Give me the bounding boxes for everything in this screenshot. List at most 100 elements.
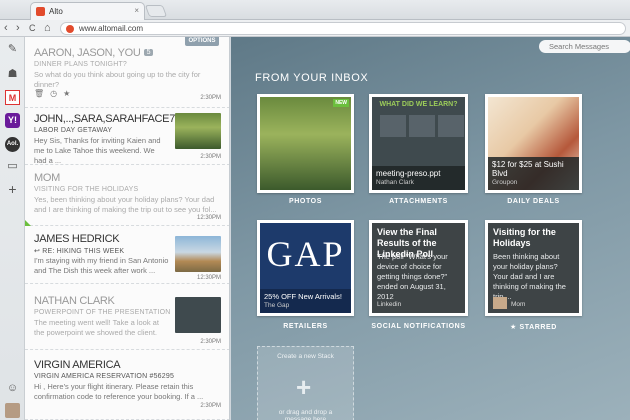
clock-icon[interactable]: ◷ <box>50 89 57 98</box>
message-time: 12:30PM <box>196 275 221 281</box>
list-item[interactable]: JAMES HEDRICK ↩ RE: HIKING THIS WEEK I'm… <box>25 226 229 284</box>
compose-icon[interactable]: ✎ <box>5 42 20 57</box>
starred-body: Been thinking about your holiday plans? … <box>493 252 566 301</box>
forward-icon[interactable]: › <box>16 21 20 35</box>
list-item[interactable]: AARON, JASON, YOU 5 DINNER PLANS TONIGHT?… <box>25 43 229 108</box>
message-preview: Hey Sis, Thanks for inviting Kaien and m… <box>34 136 161 165</box>
account-rail: ✎ ☗ M Y! Aol. ▭ + ☺ <box>0 37 25 420</box>
message-sender-text: AARON, JASON, YOU <box>34 47 141 59</box>
message-sender: MOM <box>34 172 60 184</box>
reload-icon[interactable]: C <box>29 21 36 35</box>
starred-sender: Mom <box>511 301 526 308</box>
photos-preview: NEW <box>260 97 351 190</box>
stack-social-notifications[interactable]: View the Final Results of the Linkedin P… <box>369 220 468 316</box>
stack-label-social: SOCIAL NOTIFICATIONS <box>371 323 466 330</box>
message-photo-thumbnail <box>175 113 221 149</box>
stack-photos[interactable]: NEW <box>257 94 354 193</box>
message-preview: Hi , Here's your flight itinerary. Pleas… <box>34 382 204 401</box>
deal-caption: $12 for $25 at Sushi Blvd Groupon <box>488 157 579 190</box>
stack-label-attachments: ATTACHMENTS <box>389 198 448 205</box>
message-sender: JOHN,..,SARA,SARAHFACE755 <box>34 113 194 125</box>
message-subject: DINNER PLANS TONIGHT? <box>34 61 128 68</box>
slide-block <box>409 115 435 137</box>
stack-label-photos: PHOTOS <box>288 198 323 205</box>
social-preview: View the Final Results of the Linkedin P… <box>372 223 465 313</box>
list-item[interactable]: MOM VISITING FOR THE HOLIDAYS Yes, been … <box>25 165 229 226</box>
reply-icon: ↩ <box>34 248 43 255</box>
stack-daily-deals[interactable]: $12 for $25 at Sushi Blvd Groupon <box>485 94 582 193</box>
retailer-caption: 25% OFF New Arrivals! The Gap <box>260 289 351 313</box>
stack-starred[interactable]: Visiting for the Holidays Been thinking … <box>485 220 582 316</box>
list-item[interactable]: VIRGIN AMERICA VIRGIN AMERICA RESERVATIO… <box>25 350 229 420</box>
retailer-sender: The Gap <box>264 302 290 309</box>
browser-tab[interactable]: Alto × <box>30 2 145 20</box>
tab-close-icon[interactable]: × <box>134 6 139 15</box>
message-sender: NATHAN CLARK <box>34 295 115 307</box>
message-sender: AARON, JASON, YOU 5 <box>34 47 154 59</box>
new-tab-button[interactable] <box>144 5 168 17</box>
drag-drop-text: or drag and drop a message here <box>278 409 333 420</box>
slide-block <box>438 115 464 137</box>
contacts-icon[interactable]: ☺ <box>5 381 20 396</box>
yahoo-icon[interactable]: Y! <box>5 113 20 128</box>
attachment-filename: meeting-preso.ppt <box>376 169 441 178</box>
message-time: 2:30PM <box>200 339 221 345</box>
social-body: The poll "What's your device of choice f… <box>377 252 448 301</box>
attachment-sender: Nathan Clark <box>376 179 414 186</box>
new-badge: NEW <box>333 99 349 107</box>
retailers-preview: GAP 25% OFF New Arrivals! The Gap <box>260 223 351 313</box>
address-bar[interactable]: www.altomail.com <box>60 22 626 35</box>
deal-title: $12 for $25 at Sushi Blvd <box>492 160 564 178</box>
hat-icon[interactable]: ☗ <box>5 67 20 82</box>
message-time: 12:30PM <box>196 215 221 221</box>
starred-title: Visiting for the Holidays <box>493 227 556 248</box>
message-time: 2:30PM <box>200 403 221 409</box>
message-actions: 🗑 ◷ ★ <box>34 89 76 98</box>
starred-preview: Visiting for the Holidays Been thinking … <box>488 223 579 313</box>
folder-icon[interactable]: ▭ <box>5 159 20 174</box>
stack-label-retailers: RETAILERS <box>283 323 328 330</box>
add-account-icon[interactable]: + <box>5 182 20 197</box>
plus-icon: + <box>296 372 312 402</box>
browser-toolbar: ‹ › C ⌂ www.altomail.com <box>0 20 630 37</box>
trash-icon[interactable]: 🗑 <box>34 89 44 98</box>
list-item[interactable]: JOHN,..,SARA,SARAHFACE755 LABOR DAY GETA… <box>25 108 229 165</box>
message-list: OPTIONS AARON, JASON, YOU 5 DINNER PLANS … <box>25 37 230 420</box>
star-icon[interactable]: ★ <box>63 89 70 98</box>
stack-label-starred: ★ STARRED <box>510 324 557 331</box>
message-photo-thumbnail <box>175 236 221 272</box>
sender-avatar <box>493 297 507 309</box>
user-avatar[interactable] <box>5 403 20 418</box>
message-time: 2:30PM <box>200 154 221 160</box>
browser-titlebar: Alto × <box>0 0 630 20</box>
message-subject: ↩ RE: HIKING THIS WEEK <box>34 247 124 255</box>
search-input[interactable]: Search Messages <box>539 40 630 53</box>
stack-attachments[interactable]: WHAT DID WE LEARN? meeting-preso.ppt Nat… <box>369 94 468 193</box>
message-time: 2:30PM <box>200 95 221 101</box>
site-favicon-icon <box>66 25 74 33</box>
message-preview: So what do you think about going up to t… <box>34 70 201 89</box>
create-stack-dropzone[interactable]: Create a new Stack + or drag and drop a … <box>257 346 354 420</box>
message-preview: Yes, been thinking about your holiday pl… <box>34 195 217 214</box>
attachment-thumbnail <box>175 297 221 333</box>
slide-block <box>380 115 406 137</box>
list-item[interactable]: NATHAN CLARK POWERPOINT OF THE PRESENTAT… <box>25 284 229 350</box>
create-stack-text: Create a new Stack <box>277 353 334 360</box>
home-icon[interactable]: ⌂ <box>44 21 51 35</box>
message-preview: I'm staying with my friend in San Antoni… <box>34 256 169 275</box>
message-subject: POWERPOINT OF THE PRESENTATION <box>34 309 171 316</box>
gap-logo: GAP <box>266 234 345 274</box>
message-sender: JAMES HEDRICK <box>34 233 120 245</box>
stack-label-daily-deals: DAILY DEALS <box>507 198 560 205</box>
gmail-icon[interactable]: M <box>5 90 20 105</box>
section-title: FROM YOUR INBOX <box>255 72 369 84</box>
aol-icon[interactable]: Aol. <box>5 137 20 152</box>
alto-favicon-icon <box>36 7 45 16</box>
stacks-area: Search Messages FROM YOUR INBOX NEW PHOT… <box>231 37 630 420</box>
back-icon[interactable]: ‹ <box>4 21 8 35</box>
stack-retailers[interactable]: GAP 25% OFF New Arrivals! The Gap <box>257 220 354 316</box>
deals-preview: $12 for $25 at Sushi Blvd Groupon <box>488 97 579 190</box>
attachments-preview: WHAT DID WE LEARN? meeting-preso.ppt Nat… <box>372 97 465 190</box>
tab-title: Alto <box>49 7 63 16</box>
thread-count-badge: 5 <box>143 49 154 56</box>
